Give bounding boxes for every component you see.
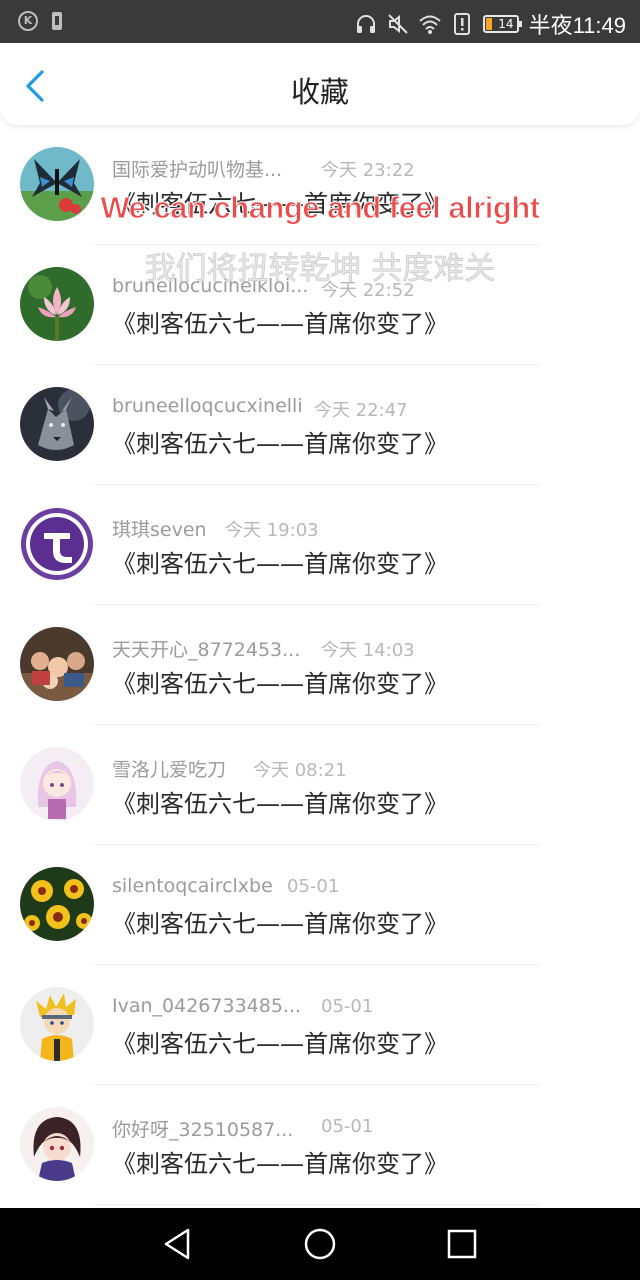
item-title: 《刺客伍六七——首席你变了》	[112, 310, 448, 338]
user-name: 国际爱护动叭物基...	[112, 159, 283, 181]
headphones-icon	[356, 15, 375, 33]
item-title: 《刺客伍六七——首席你变了》	[112, 1030, 448, 1058]
list-item[interactable]: 你好呀_32510587... 05-01 《刺客伍六七——首席你变了》	[0, 1085, 640, 1205]
item-title: 《刺客伍六七——首席你变了》	[112, 1150, 448, 1178]
timestamp: 05-01	[321, 996, 374, 1017]
user-name: 天天开心_8772453...	[112, 639, 301, 661]
sim-icon	[52, 12, 62, 30]
timestamp: 今天 22:47	[314, 400, 408, 421]
avatar	[20, 387, 94, 461]
lyric-chinese: 我们将扭转乾坤 共度难关	[144, 251, 496, 288]
back-triangle-icon[interactable]	[160, 1226, 196, 1262]
item-title: 《刺客伍六七——首席你变了》	[112, 670, 448, 698]
status-left: K	[18, 11, 62, 31]
user-name: Ivan_0426733485...	[112, 995, 302, 1017]
timestamp: 05-01	[287, 876, 340, 897]
timestamp: 今天 14:03	[321, 640, 415, 661]
mute-icon	[387, 14, 408, 34]
timestamp: 今天 19:03	[225, 520, 319, 541]
k-icon: K	[18, 11, 38, 31]
battery-icon: 14	[482, 15, 522, 33]
list-item[interactable]: Ivan_0426733485... 05-01 《刺客伍六七——首席你变了》	[0, 965, 640, 1085]
status-bar: K 14 半夜11:49	[0, 0, 640, 43]
clock: 半夜11:49	[528, 13, 626, 38]
lyric-english: We can change and feel alright	[100, 190, 541, 226]
list-item[interactable]: 琪琪seven 今天 19:03 《刺客伍六七——首席你变了》	[0, 485, 640, 605]
user-name: bruneelloqcucxinelli	[112, 395, 303, 417]
user-name: 琪琪seven	[112, 519, 207, 541]
item-title: 《刺客伍六七——首席你变了》	[112, 550, 448, 578]
avatar	[20, 1107, 94, 1181]
navigation-bar	[0, 1208, 640, 1280]
app-header: 收藏	[0, 43, 640, 125]
list-item[interactable]: bruneelloqcucxinelli 今天 22:47 《刺客伍六七——首席…	[0, 365, 640, 485]
item-title: 《刺客伍六七——首席你变了》	[112, 910, 448, 938]
timestamp: 05-01	[321, 1116, 374, 1137]
avatar	[20, 747, 94, 821]
page-title: 收藏	[290, 75, 349, 109]
timestamp: 今天 08:21	[253, 760, 347, 781]
recents-square-icon[interactable]	[444, 1226, 480, 1262]
list-item[interactable]: silentoqcairclxbe 05-01 《刺客伍六七——首席你变了》	[0, 845, 640, 965]
list-item[interactable]: 天天开心_8772453... 今天 14:03 《刺客伍六七——首席你变了》	[0, 605, 640, 725]
wifi-icon	[418, 15, 441, 34]
list-item[interactable]: 雪洛儿爱吃刀 今天 08:21 《刺客伍六七——首席你变了》	[0, 725, 640, 845]
avatar	[20, 987, 94, 1061]
home-circle-icon[interactable]	[302, 1226, 338, 1262]
item-title: 《刺客伍六七——首席你变了》	[112, 430, 448, 458]
alert-icon	[453, 13, 470, 35]
list-item[interactable]: 国际爱护动叭物基... 今天 23:22 《刺客伍六七——首席你变了》	[0, 125, 640, 245]
item-title: 《刺客伍六七——首席你变了》	[112, 790, 448, 818]
avatar	[21, 508, 93, 580]
user-name: 你好呀_32510587...	[112, 1119, 294, 1141]
user-name: 雪洛儿爱吃刀	[112, 759, 227, 781]
avatar	[20, 627, 94, 701]
status-right: 14 半夜11:49	[355, 8, 626, 40]
timestamp: 今天 23:22	[321, 160, 415, 181]
avatar	[20, 867, 94, 941]
user-name: silentoqcairclxbe	[112, 875, 273, 897]
